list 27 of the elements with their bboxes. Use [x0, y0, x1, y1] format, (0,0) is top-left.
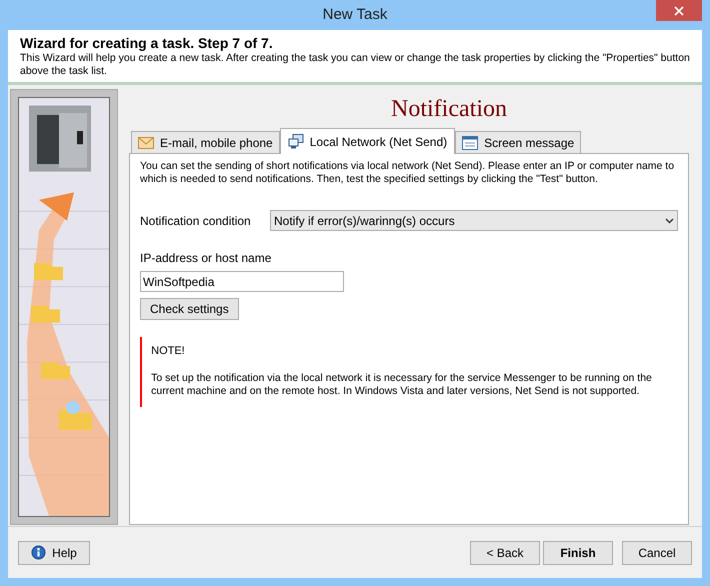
tab[interactable]: E-mail, mobile phone [131, 131, 280, 153]
finish-button[interactable]: Finish [543, 540, 613, 564]
envelope-icon [138, 136, 154, 148]
cancel-button[interactable]: Cancel [622, 540, 692, 564]
note-marker [140, 337, 142, 407]
tab[interactable]: Local Network (Net Send) [280, 128, 456, 154]
back-button[interactable]: < Back [470, 540, 540, 564]
note-title: NOTE! [151, 344, 185, 359]
help-icon [31, 545, 46, 560]
tab[interactable]: Screen message [455, 131, 582, 153]
chevron-down-icon [665, 218, 674, 224]
condition-dropdown[interactable]: Notify if error(s)/warinng(s) occurs [270, 210, 678, 231]
wizard-heading: Wizard for creating a task. Step 7 of 7. [20, 34, 274, 52]
check-settings-button[interactable]: Check settings [140, 298, 239, 320]
field-label: IP-address or host name [140, 250, 272, 267]
close-icon [674, 6, 684, 16]
window-icon [462, 136, 478, 150]
help-button[interactable]: Help [18, 540, 90, 564]
window-title: New Task [322, 4, 388, 25]
note-text: To set up the notification via the local network it is necessary for the service Messenger to be running on the current machine and on the remote host. In Windows Vista and later versions, Net Send is not supported. [151, 372, 653, 398]
computers-icon [288, 134, 304, 149]
page-title: Notification [390, 95, 508, 123]
close-button[interactable] [656, 0, 702, 21]
wizard-description: This Wizard will help you create a new task. After creating the task you can view or change the task properties by clicking the "Properties" button above the task list. [20, 52, 690, 78]
intro-text: You can set the sending of short notifications via local network (Net Send). Please enter an IP or computer name to which is needed to send notifications. Then, test the specified settings by clicking the "Test" button. [140, 160, 676, 186]
field-label: Notification condition [140, 212, 252, 230]
host-input[interactable]: WinSoftpedia [140, 271, 344, 292]
